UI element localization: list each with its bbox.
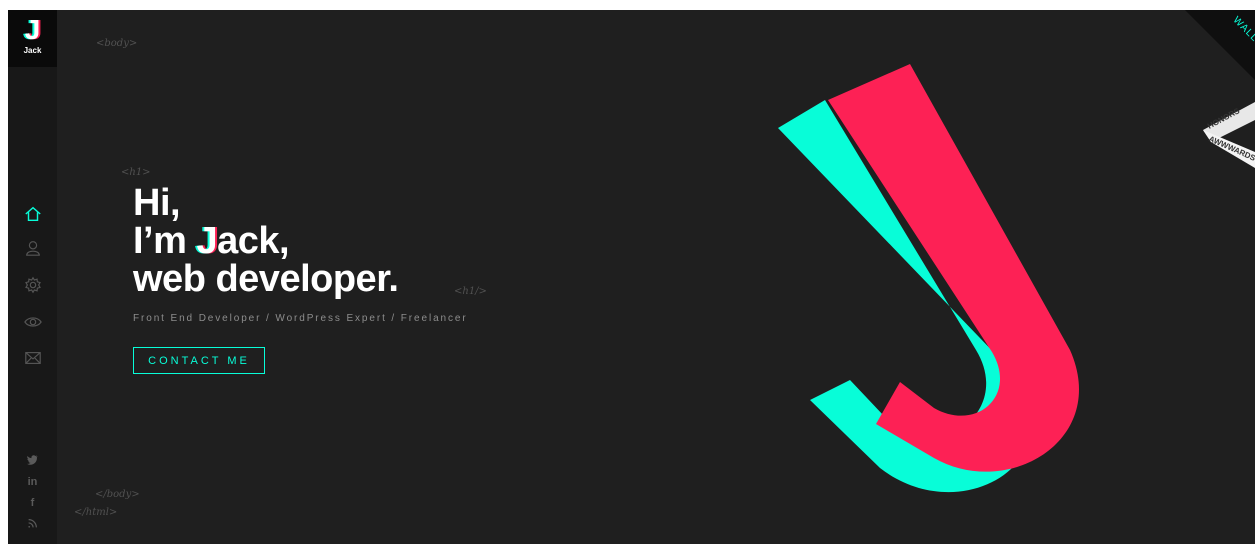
tag-body-open: <body> — [96, 38, 138, 49]
envelope-icon — [24, 351, 41, 364]
headline-line-1: Hi, — [133, 182, 181, 224]
nav-about[interactable] — [22, 237, 43, 258]
twitter-icon — [27, 455, 38, 465]
social-linkedin[interactable]: in — [8, 476, 57, 488]
social-rss[interactable] — [8, 518, 57, 532]
page-title: Hi, I’m Jack, web developer. — [133, 182, 399, 300]
big-j-graphic — [778, 64, 1079, 493]
logo[interactable]: J Jack — [8, 10, 57, 67]
headline-line-2-post: ack, — [217, 220, 290, 262]
rss-icon — [28, 519, 37, 528]
contact-me-button[interactable]: CONTACT ME — [133, 347, 265, 374]
home-icon — [24, 206, 41, 221]
tag-html-close: </html> — [74, 507, 118, 518]
nav-skills[interactable] — [22, 274, 43, 295]
headline-j-letter: J — [196, 220, 218, 262]
user-icon — [25, 240, 40, 256]
headline-line-2-pre: I’m — [133, 220, 197, 262]
tag-h1-open: <h1> — [121, 167, 151, 178]
nav-home[interactable] — [22, 203, 43, 224]
logo-letter: J — [24, 14, 41, 45]
logo-name: Jack — [23, 46, 42, 55]
facebook-icon: f — [30, 497, 35, 509]
social-facebook[interactable]: f — [8, 497, 57, 509]
headline-line-3: web developer. — [133, 258, 399, 300]
awwwards-honors-badge[interactable] — [1191, 98, 1255, 178]
social-twitter[interactable] — [8, 454, 57, 468]
nav-contact[interactable] — [22, 347, 43, 368]
gear-icon — [24, 276, 41, 293]
eye-icon — [23, 316, 42, 327]
tag-h1-close: <h1/> — [454, 286, 487, 297]
linkedin-icon: in — [27, 476, 38, 488]
hero-subtitle: Front End Developer / WordPress Expert /… — [133, 313, 468, 324]
tag-body-close: </body> — [95, 489, 140, 500]
page-container: J Jack in f <body> <h1> <h1/> </body> </… — [8, 10, 1255, 544]
nav-work[interactable] — [22, 311, 43, 332]
sidebar: J Jack in f — [8, 10, 57, 544]
